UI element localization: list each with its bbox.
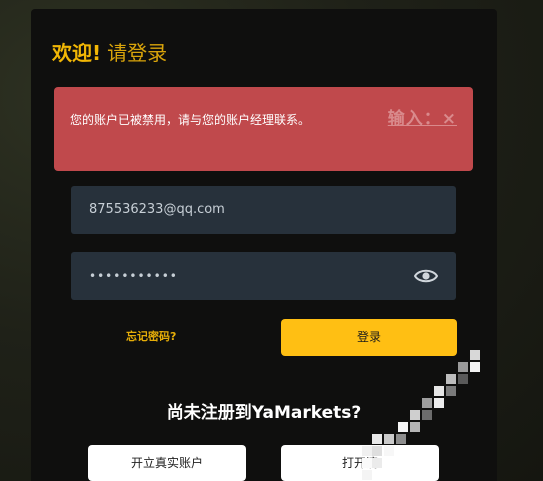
login-prompt: 请登录: [107, 41, 168, 65]
close-alert-button[interactable]: 输入：×: [388, 104, 457, 129]
error-message: 您的账户已被禁用，请与您的账户经理联系。: [70, 113, 311, 127]
email-field[interactable]: 875536233@qq.com: [71, 186, 456, 234]
error-alert: 您的账户已被禁用，请与您的账户经理联系。 输入：×: [54, 87, 473, 171]
password-value: •••••••••••: [89, 269, 178, 283]
page-title: 欢迎! 请登录: [52, 37, 167, 66]
password-field[interactable]: •••••••••••: [71, 252, 456, 300]
email-value: 875536233@qq.com: [89, 202, 225, 217]
forgot-password-link[interactable]: 忘记密码?: [126, 328, 176, 344]
welcome-text: 欢迎!: [52, 41, 102, 65]
eye-icon[interactable]: [414, 267, 438, 285]
open-real-account-button[interactable]: 开立真实账户: [88, 445, 246, 481]
pixelated-overlay: [362, 350, 480, 480]
